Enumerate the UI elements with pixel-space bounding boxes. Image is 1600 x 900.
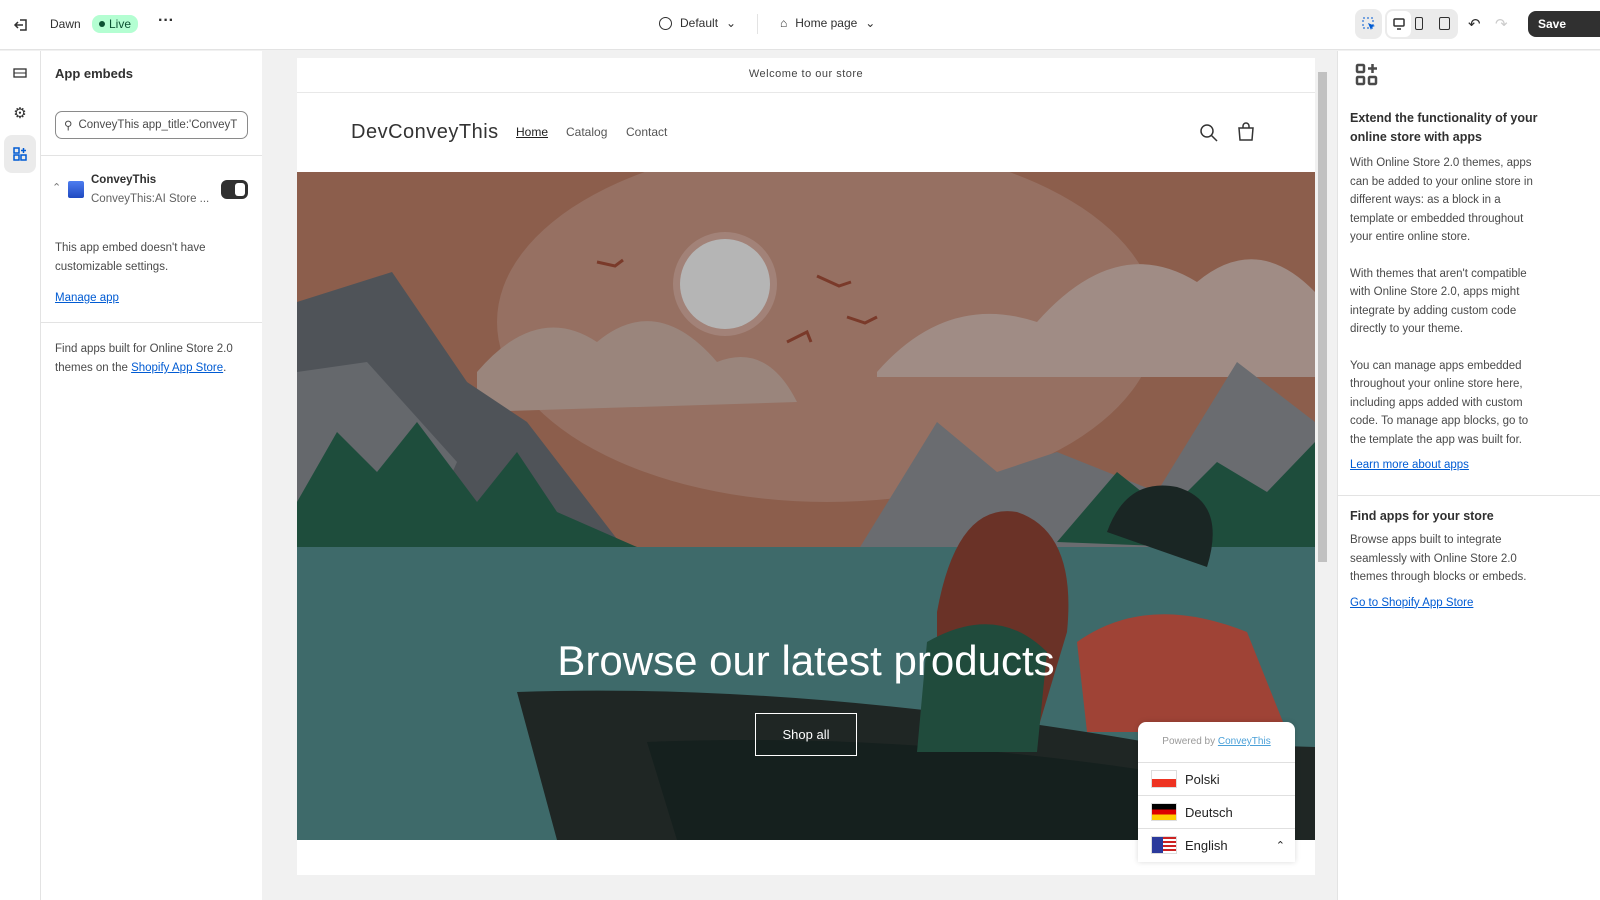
collapse-chevron-icon[interactable]: ⌃ <box>52 181 61 194</box>
redo-icon[interactable]: ↷ <box>1495 15 1508 33</box>
panel-title: App embeds <box>55 66 134 81</box>
language-switcher: Powered by ConveyThis Polski Deutsch Eng… <box>1138 722 1295 862</box>
divider <box>1338 495 1600 496</box>
app-embeds-button[interactable] <box>4 135 36 173</box>
shopify-app-store-link[interactable]: Shopify App Store <box>131 362 223 374</box>
apps-icon <box>1355 63 1378 86</box>
search-icon[interactable] <box>1199 123 1219 143</box>
page-selector[interactable]: ⌂ Home page ⌄ <box>780 16 875 30</box>
store-logo[interactable]: DevConveyThis <box>351 121 499 144</box>
live-dot-icon <box>99 21 105 27</box>
globe-icon <box>659 16 672 30</box>
go-to-app-store-link[interactable]: Go to Shopify App Store <box>1350 597 1473 609</box>
learn-more-link[interactable]: Learn more about apps <box>1350 459 1469 471</box>
preview-scrollbar[interactable] <box>1315 58 1330 875</box>
desktop-icon <box>1393 18 1405 30</box>
select-cursor-icon <box>1362 17 1375 30</box>
divider <box>41 155 262 156</box>
more-actions-button[interactable]: ··· <box>158 12 174 30</box>
language-label: Deutsch <box>1185 804 1233 820</box>
manage-app-link[interactable]: Manage app <box>55 292 119 304</box>
help-panel: Extend the functionality of your online … <box>1337 51 1600 900</box>
hero-title: Browse our latest products <box>557 637 1055 684</box>
undo-icon[interactable]: ↶ <box>1468 15 1481 33</box>
app-subtitle: ConveyThis:AI Store ... <box>91 193 210 205</box>
search-icon: ⚲ <box>64 120 73 132</box>
search-value: ConveyThis app_title:'ConveyT <box>78 119 238 131</box>
chevron-down-icon: ⌄ <box>865 16 876 30</box>
search-input[interactable]: ⚲ ConveyThis app_title:'ConveyT <box>55 111 248 139</box>
announcement-bar: Welcome to our store <box>297 58 1315 93</box>
app-embeds-panel: App embeds ⚲ ConveyThis app_title:'Convey… <box>41 51 262 900</box>
powered-by: Powered by ConveyThis <box>1138 722 1295 762</box>
nav-contact[interactable]: Contact <box>626 125 667 139</box>
fullscreen-button[interactable] <box>1439 17 1450 30</box>
language-option-polski[interactable]: Polski <box>1138 762 1295 795</box>
help-paragraph-3: You can manage apps embedded throughout … <box>1350 359 1529 446</box>
shop-all-button[interactable]: Shop all <box>755 713 857 756</box>
language-label: English <box>1185 837 1228 853</box>
theme-name: Dawn <box>50 17 81 31</box>
powered-by-text: Powered by <box>1162 736 1218 747</box>
language-option-english[interactable]: English ⌃ <box>1138 828 1295 861</box>
sidebar-rail: ⚙ <box>0 51 41 900</box>
language-label: Polski <box>1185 771 1220 787</box>
help-heading: Extend the functionality of your online … <box>1350 111 1538 144</box>
viewport-toggle <box>1385 9 1458 39</box>
app-logo <box>68 181 84 198</box>
find-apps-text: Find apps built for Online Store 2.0 the… <box>55 340 245 378</box>
nav-catalog[interactable]: Catalog <box>566 125 607 139</box>
divider <box>757 14 758 34</box>
exit-icon[interactable] <box>12 16 30 34</box>
mobile-view-button[interactable] <box>1415 17 1423 30</box>
cart-icon[interactable] <box>1236 122 1256 142</box>
template-label: Default <box>680 16 719 30</box>
help-paragraph-2: With themes that aren't compatible with … <box>1350 267 1527 336</box>
left-panel-scrollbar[interactable] <box>262 96 275 900</box>
store-header: DevConveyThis Home Catalog Contact <box>297 93 1315 172</box>
inspector-button[interactable] <box>1355 9 1382 39</box>
conveythis-link[interactable]: ConveyThis <box>1218 736 1271 747</box>
scrollbar-thumb[interactable] <box>1318 72 1327 562</box>
gear-icon: ⚙ <box>13 105 27 122</box>
find-apps-text: Browse apps built to integrate seamlessl… <box>1350 534 1527 583</box>
store-preview: Welcome to our store DevConveyThis Home … <box>297 58 1315 875</box>
no-settings-text: This app embed doesn't have customizable… <box>55 242 206 273</box>
theme-settings-button[interactable]: ⚙ <box>4 95 36 131</box>
save-button[interactable]: Save <box>1528 11 1600 37</box>
apps-icon <box>13 147 27 161</box>
home-icon: ⌂ <box>780 16 788 30</box>
language-option-deutsch[interactable]: Deutsch <box>1138 795 1295 828</box>
top-bar: Dawn Live ··· Default ⌄ ⌂ Home page ⌄ ↶ … <box>0 0 1600 50</box>
sections-icon <box>13 68 27 78</box>
page-label: Home page <box>795 16 858 30</box>
find-end: . <box>223 362 227 374</box>
help-paragraph-1: With Online Store 2.0 themes, apps can b… <box>1350 157 1533 243</box>
nav-home[interactable]: Home <box>516 125 548 139</box>
status-label: Live <box>109 17 132 31</box>
status-badge: Live <box>92 15 139 33</box>
app-embed-toggle[interactable] <box>221 180 248 199</box>
chevron-up-icon: ⌃ <box>1275 839 1285 852</box>
desktop-view-button[interactable] <box>1387 11 1411 37</box>
usa-flag-icon <box>1151 836 1177 854</box>
divider <box>41 322 262 323</box>
sections-button[interactable] <box>4 55 36 91</box>
template-selector[interactable]: Default ⌄ <box>659 16 736 30</box>
germany-flag-icon <box>1151 803 1177 821</box>
find-apps-heading: Find apps for your store <box>1350 509 1494 523</box>
poland-flag-icon <box>1151 770 1177 788</box>
chevron-down-icon: ⌄ <box>726 16 737 30</box>
app-name: ConveyThis <box>91 174 157 186</box>
